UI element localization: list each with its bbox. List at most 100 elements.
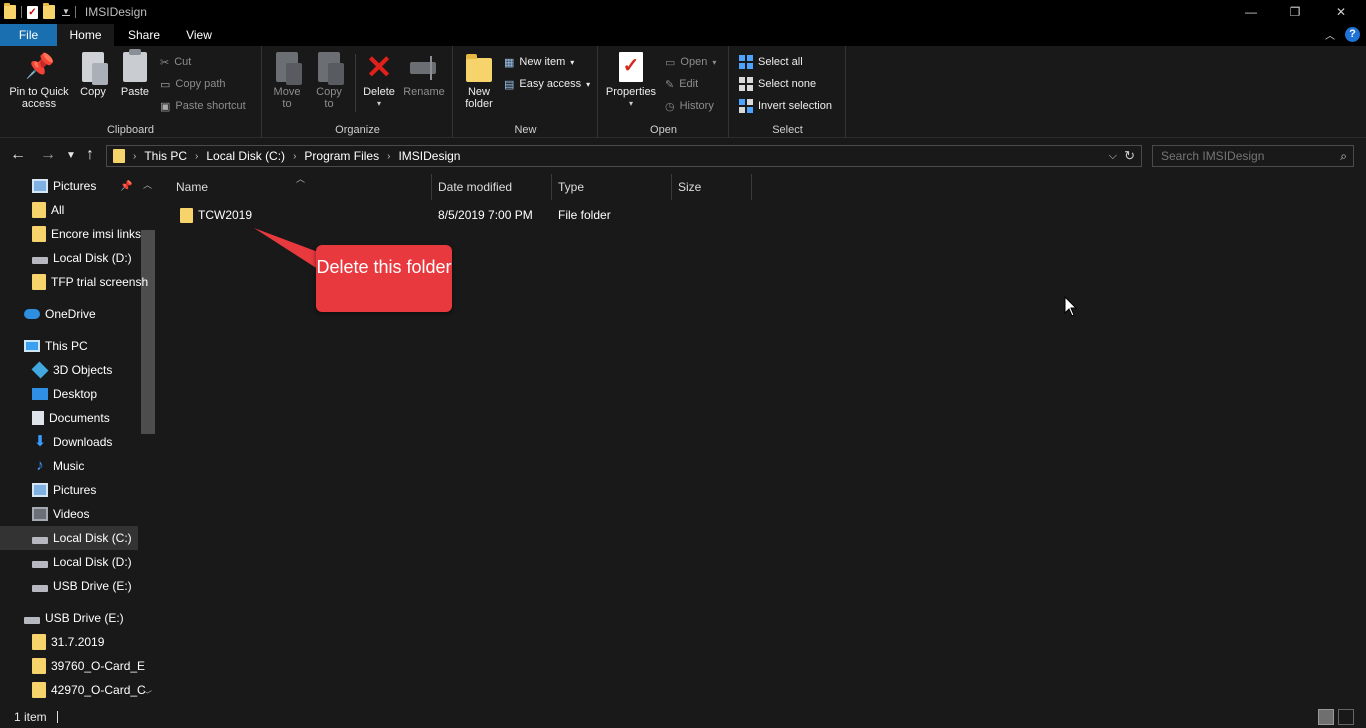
properties-quick-icon[interactable]: ✓ [27, 5, 38, 19]
breadcrumb-chevron-icon[interactable]: › [387, 151, 390, 162]
nav-item-usb-drive-e[interactable]: USB Drive (E:) [32, 574, 132, 598]
scroll-up-icon[interactable]: ︿ [143, 178, 152, 191]
properties-button[interactable]: ✓ Properties ▾ [603, 52, 659, 110]
nav-item-usb-drive-e-root[interactable]: USB Drive (E:) [24, 606, 124, 630]
breadcrumb-local-disk-c[interactable]: Local Disk (C:) [206, 149, 285, 163]
nav-item-pictures-quick[interactable]: Pictures 📌 [32, 174, 133, 198]
collapse-ribbon-icon[interactable]: ︿ [1325, 27, 1335, 42]
recent-locations-chevron-icon[interactable]: ▼ [66, 150, 76, 161]
tab-home[interactable]: Home [57, 24, 114, 46]
select-none-button[interactable]: Select none [739, 74, 816, 94]
folder-icon [32, 658, 46, 674]
delete-dropdown-icon[interactable]: ▾ [359, 98, 399, 110]
nav-item-documents[interactable]: Documents [32, 406, 110, 430]
nav-item-onedrive[interactable]: OneDrive [24, 302, 96, 326]
large-icons-view-icon[interactable] [1338, 709, 1354, 725]
column-header-type[interactable]: Type [552, 174, 672, 200]
refresh-icon[interactable]: ↻ [1124, 148, 1135, 164]
copy-path-button[interactable]: ▭ Copy path [160, 74, 226, 94]
nav-item-local-disk-d-quick[interactable]: Local Disk (D:) [32, 246, 132, 270]
search-icon[interactable]: ⌕ [1340, 149, 1347, 164]
nav-item-3d-objects[interactable]: 3D Objects [31, 358, 113, 382]
restore-button[interactable]: ❐ [1272, 0, 1318, 24]
help-icon[interactable]: ? [1345, 27, 1360, 42]
copy-path-label: Copy path [175, 78, 226, 90]
address-bar[interactable]: › This PC › Local Disk (C:) › Program Fi… [106, 145, 1142, 167]
column-header-date-modified[interactable]: Date modified [432, 174, 552, 200]
properties-dropdown-icon[interactable]: ▾ [603, 98, 659, 110]
dropdown-icon: ▾ [712, 57, 717, 67]
pin-icon: 📌 [25, 53, 55, 80]
nav-item-downloads[interactable]: ⬇ Downloads [32, 430, 113, 454]
nav-item-this-pc[interactable]: This PC [24, 334, 88, 358]
minimize-button[interactable]: — [1228, 0, 1274, 24]
breadcrumb-this-pc[interactable]: This PC [144, 149, 187, 163]
paste-button[interactable]: Paste [118, 49, 152, 98]
nav-item-31-7-2019[interactable]: 31.7.2019 [32, 630, 104, 654]
nav-item-videos[interactable]: Videos [32, 502, 89, 526]
invert-selection-button[interactable]: Invert selection [739, 96, 832, 116]
tab-file[interactable]: File [0, 24, 57, 46]
nav-item-desktop[interactable]: Desktop [32, 382, 97, 406]
details-view-icon[interactable] [1318, 709, 1334, 725]
column-header-name[interactable]: Name [170, 174, 432, 200]
breadcrumb-program-files[interactable]: Program Files [304, 149, 379, 163]
rename-button[interactable]: Rename [401, 52, 447, 98]
delete-button[interactable]: ✕ Delete ▾ [359, 51, 399, 110]
forward-arrow-icon[interactable]: → [40, 146, 56, 164]
tab-share[interactable]: Share [116, 24, 172, 46]
easy-access-button[interactable]: ▤ Easy access ▾ [504, 74, 590, 94]
close-button[interactable]: ✕ [1318, 0, 1364, 24]
select-all-button[interactable]: Select all [739, 52, 803, 72]
nav-item-pictures[interactable]: Pictures [32, 478, 96, 502]
nav-item-all[interactable]: All [32, 198, 64, 222]
nav-item-label: Local Disk (D:) [53, 251, 132, 265]
move-to-button[interactable]: Move to [269, 52, 305, 110]
clipboard-group-label: Clipboard [106, 124, 155, 136]
address-history-chevron-icon[interactable]: ⌵ [1109, 150, 1117, 163]
back-arrow-icon[interactable]: ← [10, 146, 26, 164]
nav-item-encore-imsi-links[interactable]: Encore imsi links [32, 222, 141, 246]
breadcrumb-chevron-icon[interactable]: › [133, 151, 136, 162]
nav-item-local-disk-c[interactable]: Local Disk (C:) [0, 526, 138, 550]
nav-item-42970-o-card[interactable]: 42970_O-Card_C [32, 678, 146, 702]
open-group-label: Open [650, 124, 677, 136]
new-item-icon: ▦ [504, 56, 515, 69]
up-arrow-icon[interactable]: ↑ [86, 146, 94, 164]
nav-item-label: 3D Objects [53, 363, 113, 377]
copy-to-button[interactable]: Copy to [311, 52, 347, 110]
desktop-icon [32, 388, 48, 400]
copy-button[interactable]: Copy [76, 52, 110, 98]
customize-quick-access-icon[interactable]: ▼ [62, 8, 70, 16]
new-folder-button[interactable]: New folder [460, 52, 498, 110]
nav-item-39760-o-card[interactable]: 39760_O-Card_E [32, 654, 145, 678]
properties-icon: ✓ [619, 52, 643, 82]
cut-button[interactable]: ✂ Cut [160, 52, 191, 72]
history-button[interactable]: ◷ History [665, 96, 714, 116]
table-row[interactable]: TCW2019 8/5/2019 7:00 PM File folder [170, 204, 790, 226]
new-item-button[interactable]: ▦ New item ▾ [504, 52, 574, 72]
pin-icon[interactable]: 📌 [120, 181, 132, 192]
nav-item-label: 31.7.2019 [51, 635, 105, 649]
search-input[interactable] [1161, 149, 1331, 163]
nav-item-local-disk-d[interactable]: Local Disk (D:) [32, 550, 132, 574]
open-button[interactable]: ▭ Open ▾ [665, 52, 716, 72]
organize-group-label: Organize [335, 124, 380, 136]
move-to-icon [276, 52, 302, 85]
column-header-size[interactable]: Size [672, 174, 752, 200]
paste-shortcut-icon: ▣ [160, 100, 171, 113]
breadcrumb-chevron-icon[interactable]: › [293, 151, 296, 162]
tab-view[interactable]: View [172, 24, 226, 46]
edit-button[interactable]: ✎ Edit [665, 74, 698, 94]
nav-scrollbar-thumb[interactable] [141, 230, 155, 434]
nav-item-tfp-trial[interactable]: TFP trial screensh [32, 270, 148, 294]
pin-to-quick-access-button[interactable]: 📌 Pin to Quick access [4, 52, 74, 110]
paste-shortcut-button[interactable]: ▣ Paste shortcut [160, 96, 246, 116]
nav-item-music[interactable]: ♪ Music [32, 454, 84, 478]
select-group-label: Select [772, 124, 803, 136]
new-folder-quick-icon[interactable] [43, 3, 55, 19]
search-box[interactable]: ⌕ [1152, 145, 1354, 167]
breadcrumb-chevron-icon[interactable]: › [195, 151, 198, 162]
breadcrumb-imsidesign[interactable]: IMSIDesign [398, 149, 460, 163]
file-name[interactable]: TCW2019 [198, 204, 252, 226]
